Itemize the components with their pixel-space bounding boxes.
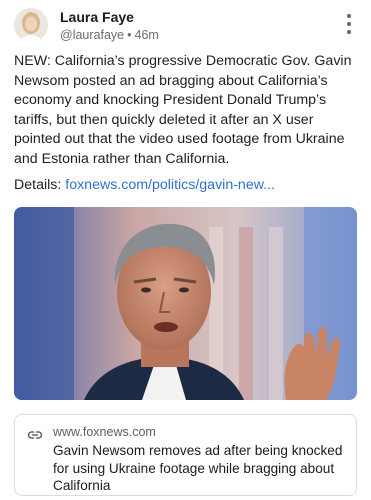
more-vertical-icon-dot	[347, 30, 351, 34]
details-link[interactable]: foxnews.com/politics/gavin-new...	[65, 177, 275, 193]
author-name[interactable]: Laura Faye	[60, 9, 134, 25]
post-image[interactable]	[14, 207, 357, 400]
details-label: Details:	[14, 177, 66, 193]
link-icon	[27, 427, 43, 443]
post-body: NEW: California’s progressive Democratic…	[14, 53, 352, 167]
post-details: Details: foxnews.com/politics/gavin-new.…	[14, 177, 360, 193]
more-options-button[interactable]	[341, 14, 357, 34]
post-time[interactable]: 46m	[135, 28, 159, 42]
link-preview-card[interactable]: www.foxnews.com Gavin Newsom removes ad …	[14, 414, 357, 496]
more-vertical-icon	[347, 14, 351, 18]
meta-separator: •	[127, 28, 132, 42]
author-handle[interactable]: @laurafaye	[60, 28, 124, 42]
avatar[interactable]	[14, 8, 48, 42]
post-card: Laura Faye @laurafaye • 46m NEW: Californi…	[0, 0, 371, 500]
link-domain: www.foxnews.com	[53, 425, 156, 439]
link-title: Gavin Newsom removes ad after being knoc…	[53, 443, 343, 493]
more-vertical-icon-dot	[347, 22, 351, 26]
author-meta: @laurafaye • 46m	[60, 28, 159, 42]
